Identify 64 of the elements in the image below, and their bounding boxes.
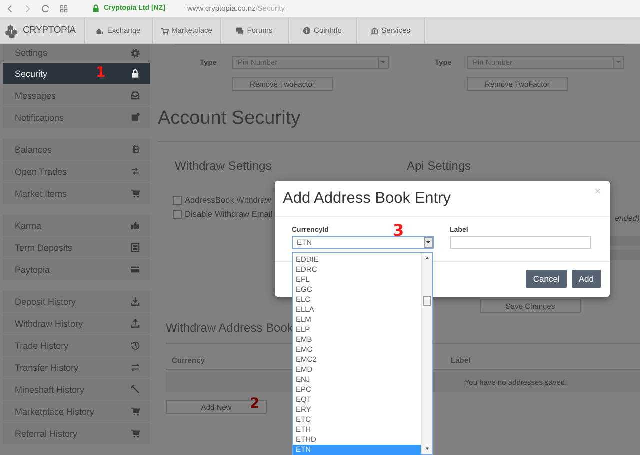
caret-icon: [616, 60, 621, 65]
sidebar-item[interactable]: Messages: [3, 85, 150, 106]
arrows-icon: [131, 167, 140, 176]
checkbox-label: AddressBook Withdraw: [185, 195, 272, 205]
option-note: ended): [615, 214, 640, 223]
label-field[interactable]: [450, 236, 591, 249]
scrollbar[interactable]: [421, 253, 432, 454]
logo-text: CRYPTOPIA: [23, 25, 76, 36]
swap-icon: [131, 363, 140, 372]
sidebar-item[interactable]: Term Deposits: [3, 237, 150, 258]
caret-icon: [426, 240, 431, 245]
lock-icon: [92, 4, 100, 13]
back-icon[interactable]: [6, 4, 14, 12]
upload-icon: [131, 319, 140, 328]
scroll-up-icon: [424, 256, 430, 260]
grid-icon[interactable]: [60, 4, 68, 12]
forward-icon[interactable]: [24, 4, 32, 12]
pickaxe-icon: [131, 385, 140, 394]
sidebar-item[interactable]: Marketplace History: [3, 401, 150, 422]
sidebar-item[interactable]: Notifications: [3, 107, 150, 128]
download-icon: [131, 297, 140, 306]
sidebar-item[interactable]: Security 1: [3, 63, 150, 84]
modal-title: Add Address Book Entry: [283, 190, 452, 208]
thumbs-up-icon: [131, 221, 140, 230]
sidebar-item[interactable]: Settings: [3, 44, 150, 62]
bitcoin-icon: [131, 145, 140, 154]
card-icon: [131, 265, 140, 274]
annotation-number: 1: [96, 65, 106, 81]
section-title: Withdraw Settings: [175, 159, 273, 173]
reload-icon[interactable]: [42, 4, 50, 12]
cart-icon: [160, 26, 169, 34]
checkbox[interactable]: [173, 210, 182, 218]
cart-icon: [131, 429, 140, 438]
page-heading: Account Security: [158, 107, 640, 142]
bank-icon: [370, 26, 379, 34]
dialog-button[interactable]: Cancel: [526, 270, 567, 288]
sidebar-item[interactable]: Balances: [3, 139, 150, 160]
chat-icon: [236, 26, 244, 34]
dialog-button[interactable]: Add: [572, 270, 601, 288]
sidebar-item[interactable]: Karma: [3, 215, 150, 236]
lock-icon: [131, 69, 140, 78]
cart-icon: [131, 407, 140, 416]
sidebar-item[interactable]: Mineshaft History: [3, 379, 150, 400]
section-title: Api Settings: [407, 159, 472, 173]
cart-icon: [131, 189, 140, 198]
calculator-icon: [131, 243, 140, 252]
sidebar-item[interactable]: Trade History: [3, 335, 150, 356]
sidebar-item[interactable]: Open Trades: [3, 161, 150, 182]
checkbox[interactable]: [173, 196, 182, 204]
scrollbar-thumb[interactable]: [423, 296, 431, 306]
sidebar-item[interactable]: Paytopia: [3, 259, 150, 280]
inbox-icon: [131, 91, 140, 100]
sidebar-item[interactable]: Market Items: [3, 183, 150, 204]
history-icon: [131, 341, 140, 350]
checkbox-label: Disable Withdraw Email: [185, 209, 273, 219]
sidebar-item[interactable]: Deposit History: [3, 291, 150, 312]
sidebar-item[interactable]: Transfer History: [3, 357, 150, 378]
scroll-down-icon: [424, 447, 430, 451]
gear-icon: [131, 48, 140, 58]
note-icon: [131, 113, 140, 122]
caret-icon: [381, 60, 386, 65]
info-icon: [303, 26, 312, 34]
sidebar-item[interactable]: Referral History: [3, 423, 150, 444]
sidebar-item[interactable]: Withdraw History: [3, 313, 150, 334]
